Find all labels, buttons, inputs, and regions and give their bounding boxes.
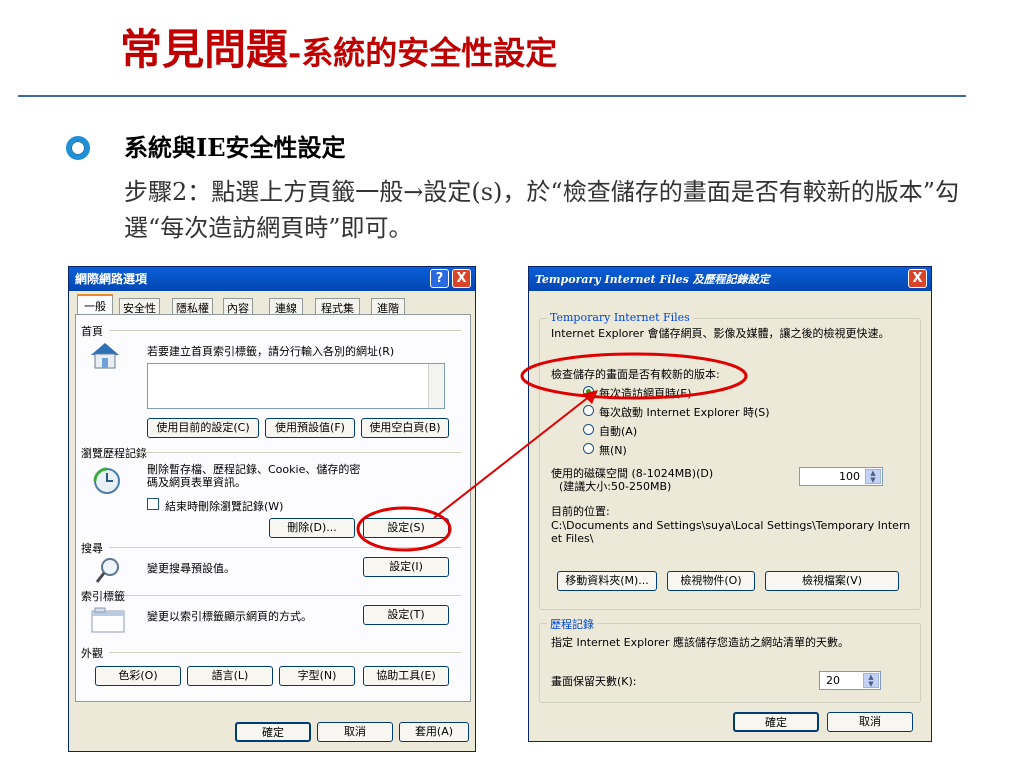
radio-every-visit[interactable] (583, 386, 594, 397)
slide-title-sub: -系統的安全性設定 (288, 34, 558, 72)
fonts-button[interactable]: 字型(N) (279, 666, 355, 686)
tabs-window-icon (91, 607, 125, 636)
tabs-heading: 索引標籤 (81, 590, 125, 603)
location-path: C:\Documents and Settings\suya\Local Set… (551, 519, 911, 545)
days-label: 畫面保留天數(K): (551, 675, 637, 688)
tif-close-button[interactable]: X (908, 269, 927, 288)
radio-every-visit-label[interactable]: 每次造訪網頁時(E) (599, 385, 692, 401)
radio-never-label[interactable]: 無(N) (599, 442, 627, 458)
bullet-icon (66, 136, 90, 160)
radio-automatic[interactable] (583, 424, 594, 435)
search-icon (95, 557, 121, 588)
radio-every-start-label[interactable]: 每次啟動 Internet Explorer 時(S) (599, 404, 770, 420)
use-blank-button[interactable]: 使用空白頁(B) (361, 418, 449, 438)
cancel-button[interactable]: 取消 (317, 722, 393, 742)
days-value[interactable]: 20 (826, 674, 840, 687)
check-newer-label: 檢查儲存的畫面是否有較新的版本: (551, 368, 720, 381)
delete-history-button[interactable]: 刪除(D)... (269, 518, 355, 538)
history-heading: 瀏覽歷程記錄 (81, 447, 147, 460)
tif-ok-button[interactable]: 確定 (733, 712, 819, 732)
apply-button[interactable]: 套用(A) (399, 722, 469, 742)
history-group-line (135, 452, 461, 453)
use-default-button[interactable]: 使用預設值(F) (265, 418, 355, 438)
location-label: 目前的位置: (551, 505, 610, 518)
internet-options-dialog: 網際網路選項 ? X 一般 安全性 隱私權 內容 連線 程式集 進階 首頁 若要… (68, 266, 476, 752)
disk-space-value[interactable]: 100 (839, 470, 860, 483)
tif-description: Internet Explorer 會儲存網頁、影像及媒體，讓之後的檢視更快速。 (551, 327, 890, 340)
search-group-line (109, 547, 461, 548)
days-stepper-arrows-icon[interactable]: ▲ ▼ (863, 673, 879, 688)
history-clock-icon (93, 467, 121, 498)
search-heading: 搜尋 (81, 542, 103, 555)
disk-space-stepper[interactable]: 100 ▲ ▼ (799, 467, 883, 486)
tif-group-box (539, 318, 921, 610)
tif-cancel-button[interactable]: 取消 (827, 712, 913, 732)
view-files-button[interactable]: 檢視檔案(V) (765, 571, 899, 591)
radio-automatic-label[interactable]: 自動(A) (599, 423, 637, 439)
search-description: 變更搜尋預設值。 (147, 562, 235, 575)
slide-paragraph: 步驟2：點選上方頁籤一般→設定(s)，於“檢查儲存的畫面是否有較新的版本”勾選“… (124, 178, 959, 242)
close-button[interactable]: X (452, 269, 471, 288)
home-group-line (109, 330, 461, 331)
move-folder-button[interactable]: 移動資料夾(M)... (557, 571, 657, 591)
radio-never[interactable] (583, 443, 594, 454)
tif-group-heading: Temporary Internet Files (547, 311, 693, 324)
tabs-group-line (125, 595, 461, 596)
help-button[interactable]: ? (430, 269, 449, 288)
tif-settings-dialog: Temporary Internet Files 及歷程記錄設定 X Tempo… (528, 266, 932, 742)
colors-button[interactable]: 色彩(O) (95, 666, 181, 686)
days-stepper[interactable]: 20 ▲ ▼ (819, 671, 881, 690)
history-settings-button[interactable]: 設定(S) (363, 518, 449, 538)
disk-space-recommend: (建議大小:50-250MB) (559, 480, 672, 493)
appearance-group-line (109, 652, 461, 653)
ok-button[interactable]: 確定 (235, 722, 311, 742)
exit-delete-checkbox[interactable] (147, 498, 159, 510)
tif-history-heading: 歷程記錄 (547, 616, 597, 632)
tif-dialog-title: Temporary Internet Files 及歷程記錄設定 (535, 273, 770, 286)
appearance-heading: 外觀 (81, 647, 103, 660)
home-heading: 首頁 (81, 325, 103, 338)
radio-every-start[interactable] (583, 405, 594, 416)
use-current-button[interactable]: 使用目前的設定(C) (147, 418, 259, 438)
title-divider (18, 95, 966, 97)
slide-title: 常見問題-系統的安全性設定 (120, 20, 557, 80)
dialog-title: 網際網路選項 (75, 272, 148, 286)
slide-subheading: 系統與IE安全性設定 (124, 133, 346, 162)
exit-delete-label[interactable]: 結束時刪除瀏覽記錄(W) (165, 498, 283, 514)
accessibility-button[interactable]: 協助工具(E) (363, 666, 449, 686)
languages-button[interactable]: 語言(L) (187, 666, 273, 686)
home-instructions: 若要建立首頁索引標籤，請分行輸入各別的網址(R) (147, 345, 395, 358)
tab-general[interactable]: 一般 (77, 294, 113, 316)
textarea-scrollbar[interactable] (428, 364, 444, 408)
search-settings-button[interactable]: 設定(I) (363, 557, 449, 577)
dialog-titlebar: 網際網路選項 (69, 267, 475, 291)
view-objects-button[interactable]: 檢視物件(O) (667, 571, 755, 591)
tabs-description: 變更以索引標籤顯示網頁的方式。 (147, 610, 312, 623)
tabs-settings-button[interactable]: 設定(T) (363, 605, 449, 625)
stepper-arrows-icon[interactable]: ▲ ▼ (865, 469, 881, 484)
tif-history-description: 指定 Internet Explorer 應該儲存您造訪之網站清單的天數。 (551, 636, 849, 649)
slide-title-main: 常見問題 (120, 25, 289, 74)
home-url-textarea[interactable] (147, 363, 445, 409)
history-description: 刪除暫存檔、歷程記錄、Cookie、儲存的密碼及網頁表單資訊。 (147, 463, 361, 489)
home-icon (89, 341, 121, 374)
tif-titlebar: Temporary Internet Files 及歷程記錄設定 (529, 267, 931, 291)
